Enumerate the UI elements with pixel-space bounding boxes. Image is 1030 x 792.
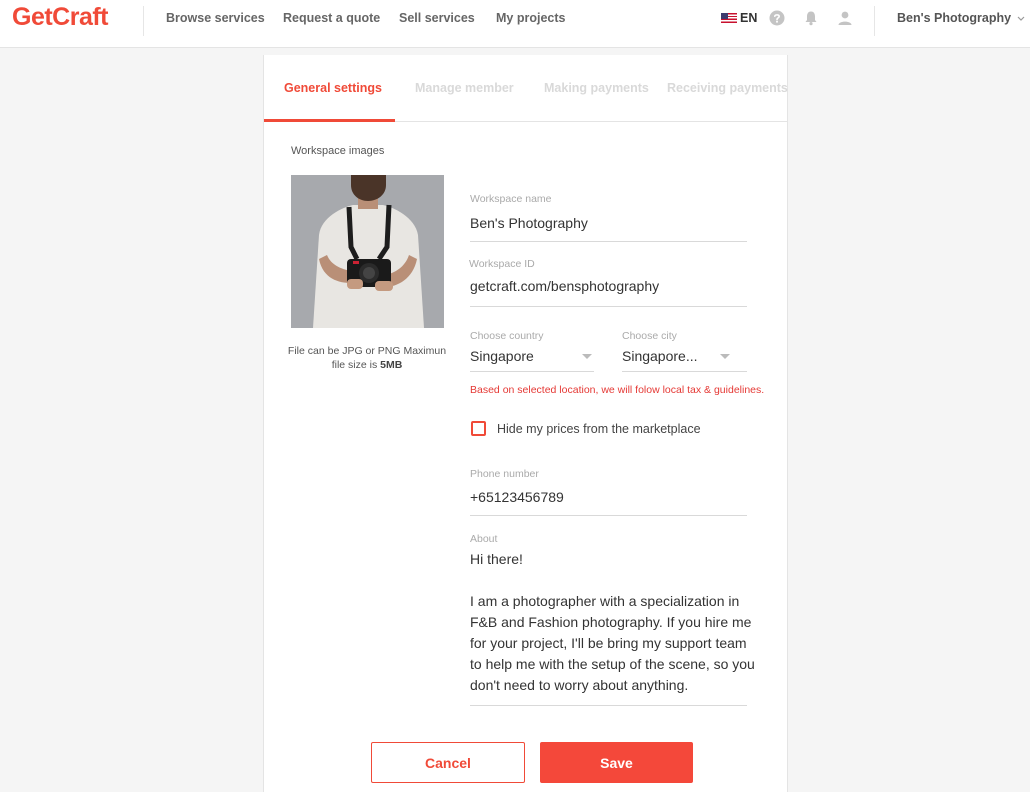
city-select[interactable]: Singapore... bbox=[622, 348, 747, 372]
workspace-id-value: bensphotography bbox=[550, 278, 660, 294]
nav-request-a-quote[interactable]: Request a quote bbox=[283, 11, 380, 25]
bell-icon[interactable] bbox=[803, 10, 819, 26]
country-value: Singapore bbox=[470, 348, 534, 364]
workspace-switcher[interactable]: Ben's Photography bbox=[897, 11, 1025, 25]
about-label: About bbox=[470, 533, 498, 545]
settings-tabs: General settings Manage member Making pa… bbox=[264, 55, 788, 122]
help-icon[interactable] bbox=[769, 10, 785, 26]
city-underline bbox=[622, 371, 747, 372]
cancel-button[interactable]: Cancel bbox=[371, 742, 525, 783]
settings-card: General settings Manage member Making pa… bbox=[263, 55, 788, 792]
chevron-down-icon bbox=[582, 354, 592, 359]
workspace-name-label: Workspace name bbox=[470, 193, 552, 205]
phone-number-underline bbox=[470, 515, 747, 516]
file-requirements-note: File can be JPG or PNG Maximun file size… bbox=[286, 344, 448, 372]
save-button[interactable]: Save bbox=[540, 742, 693, 783]
max-file-size: 5MB bbox=[380, 359, 403, 371]
workspace-image[interactable] bbox=[291, 175, 444, 328]
city-label: Choose city bbox=[622, 330, 677, 342]
country-label: Choose country bbox=[470, 330, 544, 342]
us-flag-icon bbox=[721, 13, 737, 23]
workspace-name-input[interactable] bbox=[470, 213, 746, 233]
tab-manage-member[interactable]: Manage member bbox=[415, 81, 514, 95]
file-requirements-text: File can be JPG or PNG Maximun file size… bbox=[287, 345, 447, 371]
user-icon[interactable] bbox=[837, 10, 853, 26]
phone-number-input[interactable] bbox=[470, 487, 746, 507]
divider bbox=[874, 6, 875, 36]
workspace-id-underline bbox=[470, 306, 747, 307]
city-value: Singapore... bbox=[622, 348, 698, 364]
nav-browse-services[interactable]: Browse services bbox=[166, 11, 265, 25]
tab-making-payments[interactable]: Making payments bbox=[544, 81, 649, 95]
nav-sell-services[interactable]: Sell services bbox=[399, 11, 475, 25]
active-tab-indicator bbox=[264, 119, 395, 122]
about-textarea[interactable]: Hi there! I am a photographer with a spe… bbox=[470, 549, 755, 697]
tab-general-settings[interactable]: General settings bbox=[284, 81, 382, 95]
divider bbox=[143, 6, 144, 36]
phone-number-label: Phone number bbox=[470, 468, 539, 480]
location-hint: Based on selected location, we will folo… bbox=[470, 384, 765, 396]
language-label: EN bbox=[740, 11, 758, 25]
about-underline bbox=[470, 705, 747, 706]
chevron-down-icon bbox=[720, 354, 730, 359]
workspace-id-prefix: getcraft.com/ bbox=[470, 278, 551, 294]
tab-receiving-payments[interactable]: Receiving payments bbox=[667, 81, 788, 95]
hide-prices-checkbox[interactable] bbox=[471, 421, 486, 436]
workspace-name-underline bbox=[470, 241, 747, 242]
hide-prices-label[interactable]: Hide my prices from the marketplace bbox=[497, 422, 701, 436]
country-underline bbox=[470, 371, 594, 372]
workspace-switcher-label: Ben's Photography bbox=[897, 11, 1012, 25]
workspace-id-label: Workspace ID bbox=[469, 258, 535, 270]
chevron-down-icon bbox=[1017, 16, 1025, 21]
country-select[interactable]: Singapore bbox=[470, 348, 594, 372]
workspace-id-field[interactable]: getcraft.com/bensphotography bbox=[470, 278, 659, 294]
workspace-images-label: Workspace images bbox=[291, 145, 385, 157]
nav-my-projects[interactable]: My projects bbox=[496, 11, 565, 25]
getcraft-logo[interactable]: GetCraft bbox=[12, 3, 109, 32]
top-navigation-bar: GetCraft Browse services Request a quote… bbox=[0, 0, 1030, 48]
language-selector[interactable]: EN bbox=[721, 11, 757, 25]
